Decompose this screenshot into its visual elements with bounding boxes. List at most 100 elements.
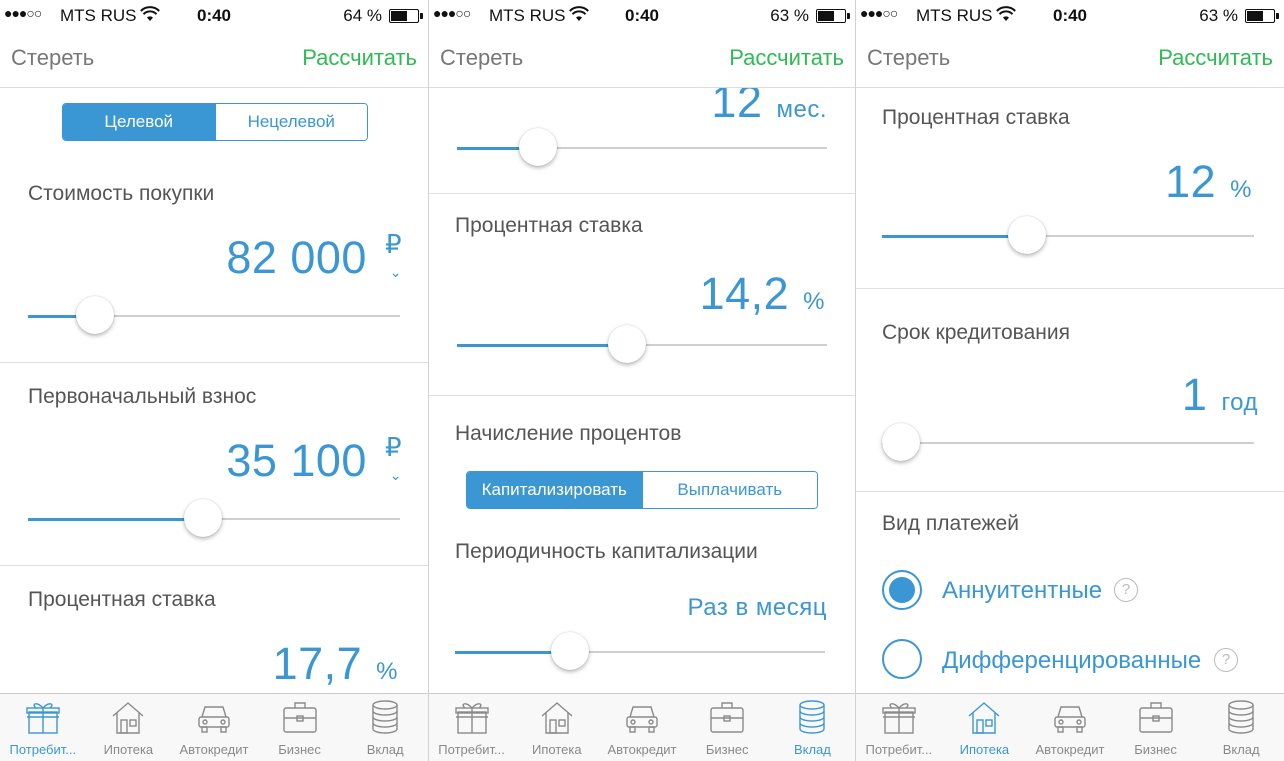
battery-icon <box>1245 9 1279 23</box>
annuity-label[interactable]: Аннуитентные <box>942 577 1102 605</box>
slider-thumb[interactable] <box>519 128 558 166</box>
calculate-button[interactable]: Рассчитать <box>729 45 844 71</box>
tab-label: Бизнес <box>705 742 749 757</box>
interest-rate-slider[interactable] <box>457 325 827 365</box>
segment-capitalize[interactable]: Капитализировать <box>467 472 642 508</box>
tab-deposit[interactable]: Вклад <box>770 694 855 761</box>
slider-thumb[interactable] <box>881 423 920 461</box>
house-icon <box>966 699 1002 735</box>
question-icon[interactable]: ? <box>1114 578 1138 602</box>
tab-mortgage[interactable]: Ипотека <box>86 694 172 761</box>
house-icon <box>110 699 146 735</box>
interest-rate-value: 12% <box>1165 156 1252 208</box>
briefcase-icon <box>1138 699 1174 735</box>
tab-label: Потребит... <box>9 742 77 757</box>
nav-bar: Стереть Рассчитать <box>856 32 1284 88</box>
slider-thumb[interactable] <box>1008 216 1047 254</box>
accrual-segmented-control: Капитализировать Выплачивать <box>466 471 818 509</box>
battery-percent: 64 % <box>343 6 382 25</box>
interest-rate-slider[interactable] <box>882 216 1254 256</box>
tab-mortgage[interactable]: Ипотека <box>942 694 1028 761</box>
year-unit: год <box>1221 389 1258 416</box>
slider-thumb[interactable] <box>75 296 114 334</box>
tab-auto[interactable]: Автокредит <box>599 694 684 761</box>
segment-untargeted[interactable]: Нецелевой <box>214 104 367 140</box>
annuity-radio[interactable] <box>882 570 922 610</box>
tab-deposit[interactable]: Вклад <box>1198 694 1284 761</box>
form-content: Целевой Нецелевой Стоимость покупки 82 0… <box>0 88 428 693</box>
clear-button[interactable]: Стереть <box>11 45 94 71</box>
term-section: 12 мес. <box>429 88 855 194</box>
tab-label: Автокредит <box>179 742 249 757</box>
tab-auto[interactable]: Автокредит <box>171 694 257 761</box>
clear-button[interactable]: Стереть <box>440 45 523 71</box>
screen-mortgage: ●●●○○ MTS RUS 0:40 63 % Стереть Рассчита… <box>856 0 1284 761</box>
term-slider[interactable] <box>457 128 827 168</box>
tab-bar: Потребит... Ипотека Автокредит Бизнес Вклад <box>429 693 855 761</box>
purchase-cost-section: Стоимость покупки 82 000 ₽ ⌄ <box>0 158 428 363</box>
tab-auto[interactable]: Автокредит <box>1027 694 1113 761</box>
calculate-button[interactable]: Рассчитать <box>1158 45 1273 71</box>
payment-type-label: Вид платежей <box>882 512 1019 535</box>
coins-stack-icon <box>794 699 830 735</box>
ruble-sign: ₽ <box>384 432 402 462</box>
gift-icon <box>454 699 490 735</box>
tab-label: Бизнес <box>1134 742 1177 757</box>
tab-label: Ипотека <box>103 742 154 757</box>
chevron-down-icon[interactable]: ⌄ <box>390 264 402 281</box>
status-bar: ●●●○○ MTS RUS 0:40 63 % <box>856 0 1284 32</box>
form-content: Процентная ставка 12% Срок кредитования … <box>856 88 1284 693</box>
tab-business[interactable]: Бизнес <box>257 694 343 761</box>
differentiated-label[interactable]: Дифференцированные <box>942 647 1201 675</box>
capitalization-periodicity-slider[interactable] <box>455 632 825 672</box>
differentiated-radio[interactable] <box>882 639 922 679</box>
tab-mortgage[interactable]: Ипотека <box>514 694 599 761</box>
tab-consumer[interactable]: Потребит... <box>429 694 514 761</box>
segment-targeted[interactable]: Целевой <box>63 104 215 140</box>
clear-button[interactable]: Стереть <box>867 45 950 71</box>
purchase-cost-amount: 82 000 <box>226 232 367 283</box>
calculate-button[interactable]: Рассчитать <box>302 45 417 71</box>
status-bar: ●●●○○ MTS RUS 0:40 64 % <box>0 0 428 32</box>
purpose-segmented-control: Целевой Нецелевой <box>62 103 368 141</box>
interest-rate-section: Процентная ставка 17,7% <box>0 566 428 693</box>
slider-thumb[interactable] <box>608 325 647 363</box>
payment-type-section: Вид платежей Аннуитентные ? Дифференциро… <box>856 492 1284 693</box>
interest-rate-section: Процентная ставка 14,2% <box>429 194 855 396</box>
tab-label: Потребит... <box>865 742 933 757</box>
car-icon <box>1052 699 1088 735</box>
nav-bar: Стереть Рассчитать <box>429 32 855 88</box>
tab-label: Потребит... <box>438 742 505 757</box>
slider-thumb[interactable] <box>550 632 589 670</box>
down-payment-slider[interactable] <box>28 499 400 539</box>
purchase-cost-value: 82 000 ₽ ⌄ <box>226 230 402 284</box>
interest-accrual-label: Начисление процентов <box>455 422 682 445</box>
briefcase-icon <box>709 699 745 735</box>
tab-consumer[interactable]: Потребит... <box>856 694 942 761</box>
nav-bar: Стереть Рассчитать <box>0 32 428 88</box>
tab-business[interactable]: Бизнес <box>685 694 770 761</box>
interest-rate-value: 14,2% <box>700 268 825 320</box>
interest-rate-amount: 12 <box>1165 156 1217 207</box>
tab-consumer[interactable]: Потребит... <box>0 694 86 761</box>
capitalization-periodicity-label: Периодичность капитализации <box>455 540 758 563</box>
tab-label: Вклад <box>1222 742 1260 757</box>
battery-percent: 63 % <box>1199 6 1238 25</box>
term-value: 12 мес. <box>711 88 827 128</box>
down-payment-amount: 35 100 <box>226 435 367 486</box>
loan-term-slider[interactable] <box>881 423 1254 463</box>
battery-percent: 63 % <box>770 6 809 25</box>
radio-selected-dot <box>889 577 915 603</box>
interest-rate-label: Процентная ставка <box>455 214 643 237</box>
slider-thumb[interactable] <box>183 499 222 537</box>
tab-business[interactable]: Бизнес <box>1113 694 1199 761</box>
question-icon[interactable]: ? <box>1214 648 1238 672</box>
coins-stack-icon <box>1223 699 1259 735</box>
chevron-down-icon[interactable]: ⌄ <box>390 467 402 484</box>
loan-term-label: Срок кредитования <box>882 321 1070 344</box>
capitalization-periodicity-value: Раз в месяц <box>687 594 827 621</box>
interest-rate-label: Процентная ставка <box>882 106 1070 129</box>
purchase-cost-slider[interactable] <box>28 296 400 336</box>
segment-pay-out[interactable]: Выплачивать <box>641 472 817 508</box>
tab-deposit[interactable]: Вклад <box>342 694 428 761</box>
